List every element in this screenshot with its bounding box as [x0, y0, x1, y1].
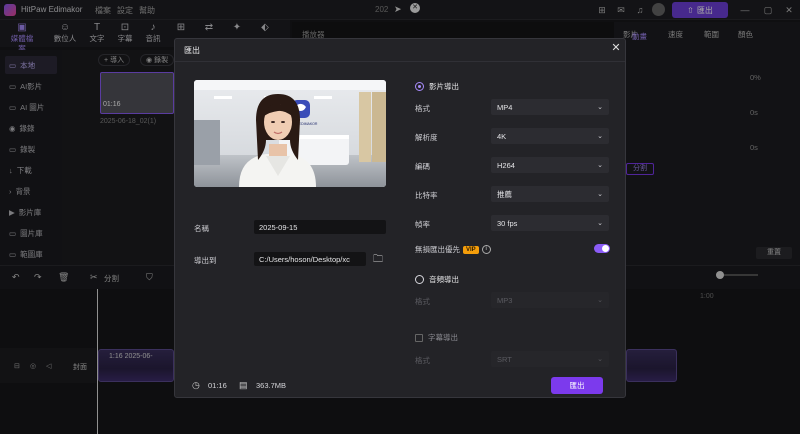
audio-format-label: 格式: [415, 297, 430, 306]
name-label: 名稱: [194, 224, 209, 233]
video-export-radio[interactable]: [415, 82, 424, 91]
bitrate-select[interactable]: 推薦 ⌄: [491, 186, 609, 202]
export-button[interactable]: 匯出: [551, 377, 603, 394]
file-name-input[interactable]: 2025-09-15: [254, 220, 386, 234]
export-duration: 01:16: [208, 381, 227, 390]
folder-icon[interactable]: 🗀: [373, 252, 383, 269]
lossless-toggle[interactable]: [594, 244, 610, 253]
chevron-down-icon: ⌄: [597, 104, 603, 111]
lossless-export-row: 無損匯出優先 VIP i: [415, 244, 491, 255]
chevron-down-icon: ⌄: [597, 191, 603, 198]
audio-format-select[interactable]: MP3 ⌄: [491, 292, 609, 308]
frame-rate-select[interactable]: 30 fps ⌄: [491, 215, 609, 231]
chevron-down-icon: ⌄: [597, 162, 603, 169]
info-icon[interactable]: i: [481, 245, 491, 254]
resolution-select[interactable]: 4K ⌄: [491, 128, 609, 144]
format-select[interactable]: MP4 ⌄: [491, 99, 609, 115]
clock-icon: ◷: [192, 380, 200, 390]
bitrate-label: 比特率: [415, 191, 438, 200]
export-file-size: 363.7MB: [256, 381, 287, 390]
file-size-icon: ▤: [239, 380, 248, 390]
audio-export-radio[interactable]: [415, 275, 424, 284]
dialog-title: 匯出: [184, 46, 200, 55]
export-preview-thumbnail: HITPAW EDIMAKOR: [194, 80, 386, 187]
lossless-export-label: 無損匯出優先: [415, 245, 460, 254]
vip-badge: VIP: [463, 245, 479, 254]
export-dialog: 匯出 ✕ HITPAW EDIMAKOR 名稱 2025-09-15 導出到 C…: [174, 38, 626, 398]
chevron-down-icon: ⌄: [597, 297, 603, 304]
export-path-input[interactable]: C:/Users/hoson/Desktop/xc: [254, 252, 366, 266]
chevron-down-icon: ⌄: [597, 220, 603, 227]
chevron-down-icon: ⌄: [597, 356, 603, 363]
chevron-down-icon: ⌄: [597, 133, 603, 140]
subtitle-format-select[interactable]: SRT ⌄: [491, 351, 609, 367]
export-to-label: 導出到: [194, 256, 217, 265]
subtitle-export-section[interactable]: 字幕導出: [415, 332, 458, 343]
codec-label: 編碼: [415, 162, 430, 171]
dialog-divider: [175, 61, 625, 62]
resolution-label: 解析度: [415, 133, 438, 142]
frame-rate-label: 幀率: [415, 220, 430, 229]
subtitle-format-label: 格式: [415, 356, 430, 365]
video-export-section[interactable]: 影片導出: [415, 81, 459, 92]
format-label: 格式: [415, 104, 430, 113]
audio-export-section[interactable]: 音頻導出: [415, 274, 459, 285]
dialog-close-icon[interactable]: ✕: [610, 42, 622, 54]
subtitle-export-checkbox[interactable]: [415, 333, 423, 342]
codec-select[interactable]: H264 ⌄: [491, 157, 609, 173]
